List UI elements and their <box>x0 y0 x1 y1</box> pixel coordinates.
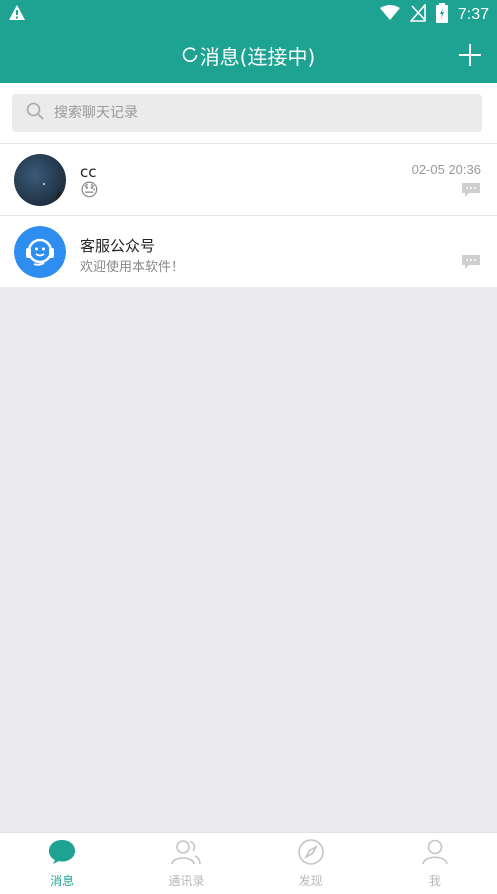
tab-messages[interactable]: 消息 <box>0 833 124 894</box>
tab-me[interactable]: 我 <box>373 833 497 894</box>
message-bubble-icon <box>461 182 481 198</box>
last-message: 😓 <box>80 180 99 201</box>
compass-icon <box>297 839 324 869</box>
search-section <box>0 83 497 143</box>
conversation-item[interactable]: 客服公众号 欢迎使用本软件！ <box>0 215 497 287</box>
tab-label: 通讯录 <box>168 874 205 888</box>
last-message: 欢迎使用本软件！ <box>80 260 185 275</box>
avatar <box>14 154 66 206</box>
search-input[interactable] <box>54 105 434 121</box>
tab-label: 消息 <box>50 874 75 888</box>
bottom-nav: 消息 通讯录 发现 我 <box>0 832 497 894</box>
contacts-icon <box>171 839 202 869</box>
battery-icon <box>435 3 448 27</box>
person-icon <box>422 839 448 869</box>
status-icons: 7:37 <box>379 2 489 27</box>
tab-label: 我 <box>428 874 441 888</box>
page-title-text: 消息(连接中) <box>199 45 316 69</box>
page-title: 消息(连接中) <box>0 28 497 83</box>
tab-label: 发现 <box>298 874 323 888</box>
status-time: 7:37 <box>457 6 489 23</box>
avatar <box>14 226 66 278</box>
message-bubble-icon <box>461 254 481 270</box>
contact-name: cc <box>80 163 97 181</box>
conversation-item[interactable]: cc 😓 02-05 20:36 <box>0 143 497 215</box>
search-icon <box>12 102 44 124</box>
status-bar: 7:37 <box>0 0 497 28</box>
conversation-list: cc 😓 02-05 20:36 客服公众号 欢迎使用本软件！ <box>0 143 497 287</box>
chat-bubble-icon <box>48 839 76 869</box>
add-icon[interactable] <box>457 42 483 68</box>
contact-name: 客服公众号 <box>80 237 156 255</box>
warning-icon <box>8 4 26 26</box>
tab-discover[interactable]: 发现 <box>249 833 373 894</box>
wifi-icon <box>379 5 400 25</box>
message-time: 02-05 20:36 <box>411 162 481 177</box>
search-bar[interactable] <box>12 94 482 132</box>
loading-spinner-icon <box>182 44 198 68</box>
app-bar: 消息(连接中) <box>0 28 497 83</box>
no-signal-icon <box>409 2 426 26</box>
tab-contacts[interactable]: 通讯录 <box>124 833 248 894</box>
